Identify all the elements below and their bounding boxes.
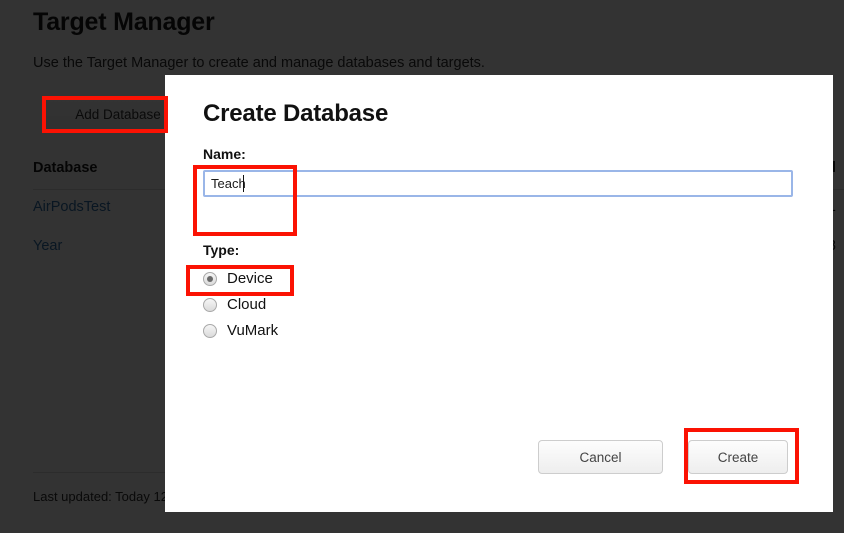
create-button[interactable]: Create [688, 440, 788, 474]
type-option-label: Cloud [227, 296, 267, 313]
type-option-label: Device [227, 270, 273, 287]
type-option-label: VuMark [227, 322, 279, 339]
type-option-cloud[interactable]: Cloud [203, 296, 266, 313]
screen: Target Manager Use the Target Manager to… [0, 0, 844, 533]
create-database-dialog: Create Database Name: Type: Device Cloud… [165, 75, 833, 512]
name-input[interactable] [203, 170, 793, 197]
type-option-device[interactable]: Device [203, 270, 273, 287]
radio-cloud-icon[interactable] [203, 297, 217, 312]
radio-device-icon[interactable] [203, 271, 217, 286]
text-caret [243, 175, 244, 192]
cancel-button[interactable]: Cancel [538, 440, 663, 474]
type-option-vumark[interactable]: VuMark [203, 322, 278, 339]
name-label: Name: [203, 146, 246, 162]
radio-vumark-icon[interactable] [203, 323, 217, 338]
dialog-title: Create Database [203, 100, 389, 127]
type-label: Type: [203, 242, 240, 258]
